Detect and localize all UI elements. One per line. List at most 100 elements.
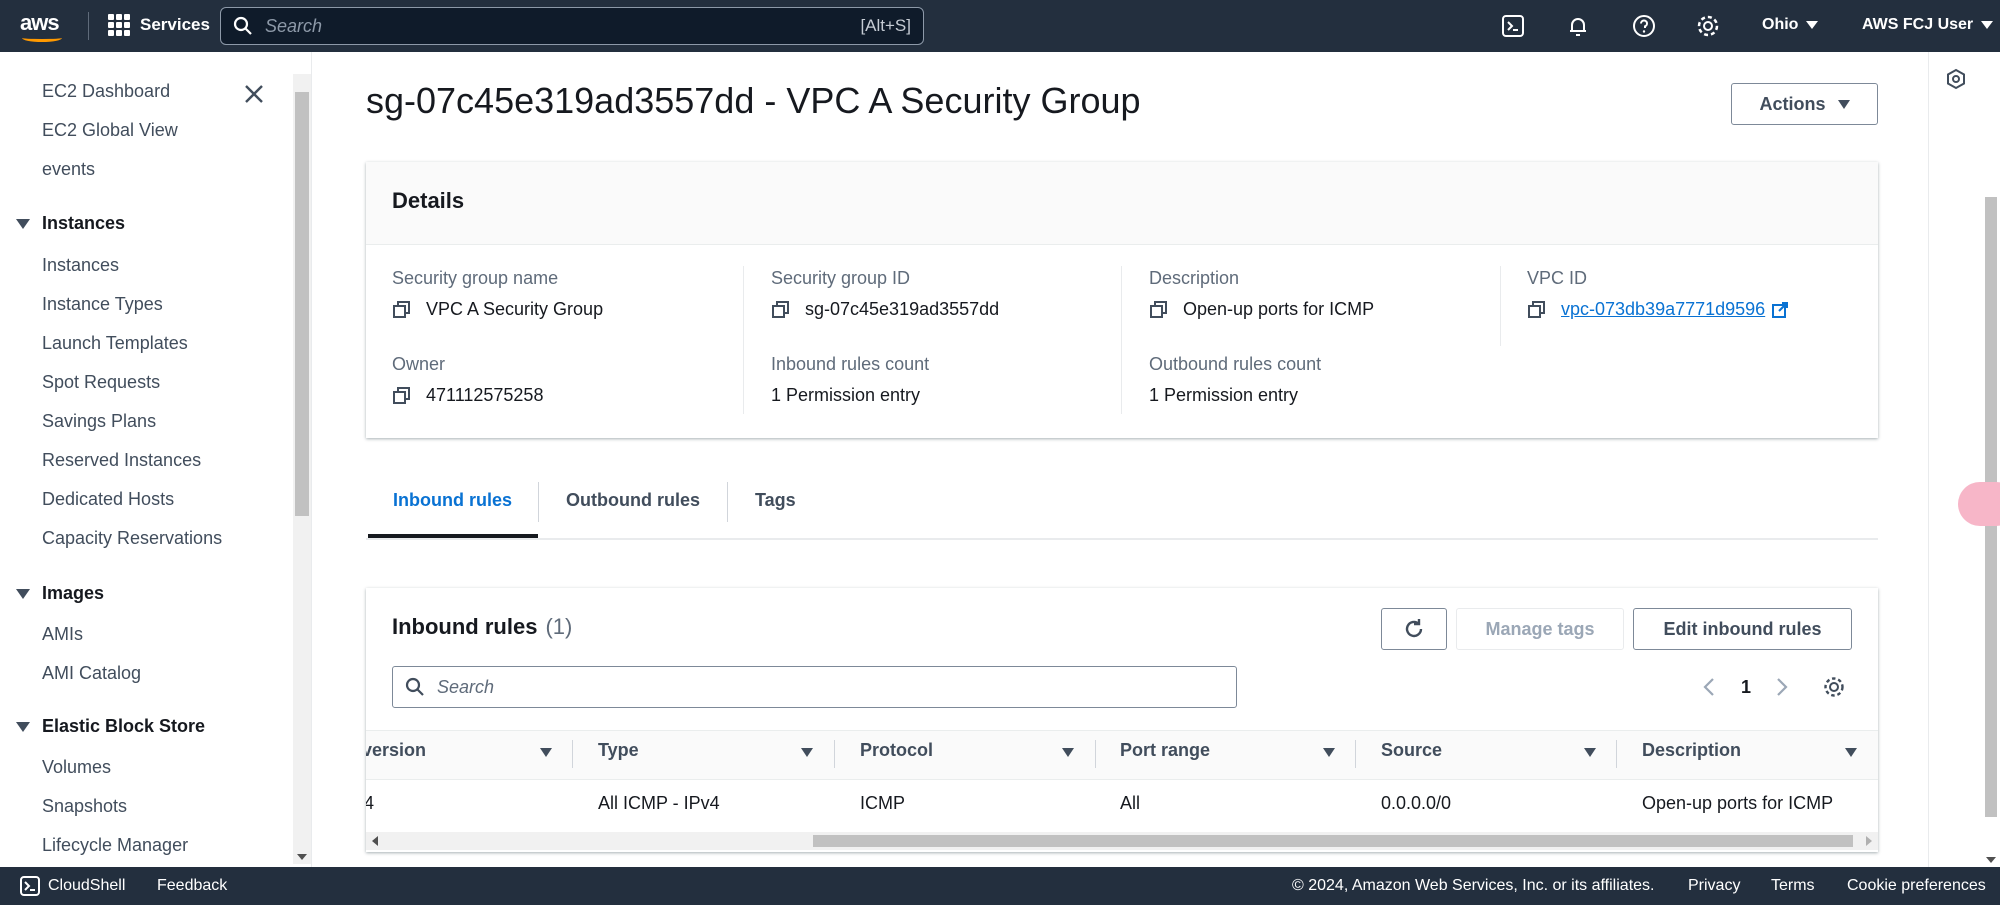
translate-icon[interactable]: [1958, 482, 2000, 526]
refresh-icon: [1405, 619, 1423, 638]
chevron-down-icon: [1806, 21, 1819, 29]
nav-divider: [88, 12, 89, 40]
column-header-ip-version[interactable]: version: [366, 740, 426, 761]
sort-caret-icon[interactable]: [801, 748, 813, 757]
top-navigation-bar: aws Services Search [Alt+S] Ohio AWS FCJ…: [0, 0, 2000, 52]
sidebar-item-ec2-dashboard[interactable]: EC2 Dashboard: [42, 81, 170, 102]
sidebar-item-launch-templates[interactable]: Launch Templates: [42, 333, 188, 354]
scroll-left-arrow-icon[interactable]: [372, 836, 378, 846]
actions-button[interactable]: Actions: [1731, 83, 1878, 125]
edit-inbound-rules-button[interactable]: Edit inbound rules: [1633, 608, 1852, 650]
sidebar-item-instances[interactable]: Instances: [42, 255, 119, 276]
feedback-link[interactable]: Feedback: [157, 877, 227, 895]
sidebar-item-capacity-reservations[interactable]: Capacity Reservations: [42, 528, 222, 549]
caret-down-icon: [16, 218, 30, 229]
help-panel-icon[interactable]: [1945, 68, 1967, 90]
sort-caret-icon[interactable]: [1323, 748, 1335, 757]
scroll-right-arrow-icon[interactable]: [1866, 836, 1872, 846]
search-icon: [405, 677, 424, 696]
security-group-tabs: Inbound rules Outbound rules Tags: [366, 470, 1878, 540]
sidebar-item-ami-catalog[interactable]: AMI Catalog: [42, 663, 141, 684]
column-header-protocol[interactable]: Protocol: [860, 740, 933, 761]
sidebar-item-reserved-instances[interactable]: Reserved Instances: [42, 450, 201, 471]
chevron-right-icon[interactable]: [1774, 676, 1790, 698]
field-description: Description Open-up ports for ICMP: [1149, 268, 1375, 320]
active-tab-indicator: [368, 534, 538, 538]
copy-icon[interactable]: [392, 386, 412, 406]
terms-link[interactable]: Terms: [1771, 877, 1815, 895]
page-title: sg-07c45e319ad3557dd - VPC A Security Gr…: [366, 80, 1141, 121]
notifications-bell-icon[interactable]: [1565, 13, 1591, 39]
vpc-id-link[interactable]: vpc-073db39a7771d9596: [1561, 299, 1765, 320]
tab-tags[interactable]: Tags: [755, 490, 796, 511]
scrollbar-thumb[interactable]: [813, 835, 1853, 847]
sort-caret-icon[interactable]: [1584, 748, 1596, 757]
table-preferences-gear-icon[interactable]: [1822, 675, 1846, 699]
global-search-input[interactable]: Search [Alt+S]: [220, 7, 924, 45]
column-header-type[interactable]: Type: [598, 740, 639, 761]
gear-icon[interactable]: [1695, 13, 1721, 39]
inbound-rules-table: version Type Protocol Port range Source …: [366, 730, 1878, 850]
sidebar-item-events[interactable]: events: [42, 159, 95, 180]
manage-tags-button[interactable]: Manage tags: [1456, 608, 1624, 650]
sidebar-section-elastic-block-store[interactable]: Elastic Block Store: [16, 716, 205, 737]
chevron-left-icon[interactable]: [1701, 676, 1717, 698]
details-title: Details: [392, 188, 465, 213]
tab-outbound-rules[interactable]: Outbound rules: [566, 490, 700, 511]
column-header-description[interactable]: Description: [1642, 740, 1741, 761]
sidebar-item-dedicated-hosts[interactable]: Dedicated Hosts: [42, 489, 174, 510]
sort-caret-icon[interactable]: [540, 748, 552, 757]
scroll-down-arrow-icon[interactable]: [297, 854, 307, 860]
cloudshell-icon[interactable]: [20, 876, 40, 896]
help-icon[interactable]: [1631, 13, 1657, 39]
caret-down-icon: [16, 588, 30, 599]
caret-down-icon: [16, 721, 30, 732]
tab-inbound-rules[interactable]: Inbound rules: [393, 490, 512, 511]
cookie-preferences-link[interactable]: Cookie preferences: [1847, 877, 1986, 895]
column-header-source[interactable]: Source: [1381, 740, 1442, 761]
field-inbound-rules-count: Inbound rules count 1 Permission entry: [771, 354, 930, 405]
copyright-text: © 2024, Amazon Web Services, Inc. or its…: [1292, 877, 1655, 894]
table-horizontal-scrollbar[interactable]: [366, 832, 1878, 850]
caret-down-icon: [1837, 99, 1850, 109]
sidebar-navigation: EC2 Dashboard EC2 Global View events Ins…: [0, 52, 312, 867]
scrollbar-thumb[interactable]: [295, 92, 309, 516]
sort-caret-icon[interactable]: [1845, 748, 1857, 757]
sidebar-item-snapshots[interactable]: Snapshots: [42, 796, 127, 817]
inbound-rules-heading: Inbound rules (1): [392, 614, 573, 639]
user-menu[interactable]: AWS FCJ User: [1862, 16, 1994, 34]
external-link-icon[interactable]: [1771, 301, 1789, 319]
sidebar-item-volumes[interactable]: Volumes: [42, 757, 111, 778]
sidebar-item-savings-plans[interactable]: Savings Plans: [42, 411, 156, 432]
services-menu-button[interactable]: Services: [108, 14, 210, 36]
inbound-rules-search-input[interactable]: Search: [392, 666, 1237, 708]
sidebar-section-images[interactable]: Images: [16, 583, 104, 604]
sort-caret-icon[interactable]: [1062, 748, 1074, 757]
field-security-group-id: Security group ID sg-07c45e319ad3557dd: [771, 268, 1000, 320]
cloudshell-link[interactable]: CloudShell: [48, 877, 125, 895]
copy-icon[interactable]: [1149, 300, 1169, 320]
region-selector[interactable]: Ohio: [1762, 16, 1819, 34]
copy-icon[interactable]: [392, 300, 412, 320]
privacy-link[interactable]: Privacy: [1688, 877, 1740, 895]
search-icon: [233, 16, 252, 35]
aws-logo[interactable]: aws: [20, 10, 66, 42]
main-scrollbar[interactable]: [1982, 52, 2000, 867]
sidebar-item-ec2-global-view[interactable]: EC2 Global View: [42, 120, 178, 141]
footer-bar: CloudShell Feedback © 2024, Amazon Web S…: [0, 867, 2000, 905]
sidebar-section-instances[interactable]: Instances: [16, 213, 125, 234]
close-icon[interactable]: [242, 82, 266, 106]
pagination-current-page[interactable]: 1: [1741, 677, 1751, 698]
refresh-button[interactable]: [1381, 608, 1447, 650]
cloudshell-icon[interactable]: [1500, 13, 1526, 39]
column-header-port-range[interactable]: Port range: [1120, 740, 1210, 761]
field-owner: Owner 471112575258: [392, 354, 544, 406]
sidebar-item-lifecycle-manager[interactable]: Lifecycle Manager: [42, 835, 188, 856]
copy-icon[interactable]: [1527, 300, 1547, 320]
copy-icon[interactable]: [771, 300, 791, 320]
sidebar-item-spot-requests[interactable]: Spot Requests: [42, 372, 160, 393]
sidebar-scrollbar[interactable]: [293, 74, 311, 864]
scroll-down-arrow-icon[interactable]: [1986, 857, 1996, 863]
sidebar-item-instance-types[interactable]: Instance Types: [42, 294, 163, 315]
sidebar-item-amis[interactable]: AMIs: [42, 624, 83, 645]
